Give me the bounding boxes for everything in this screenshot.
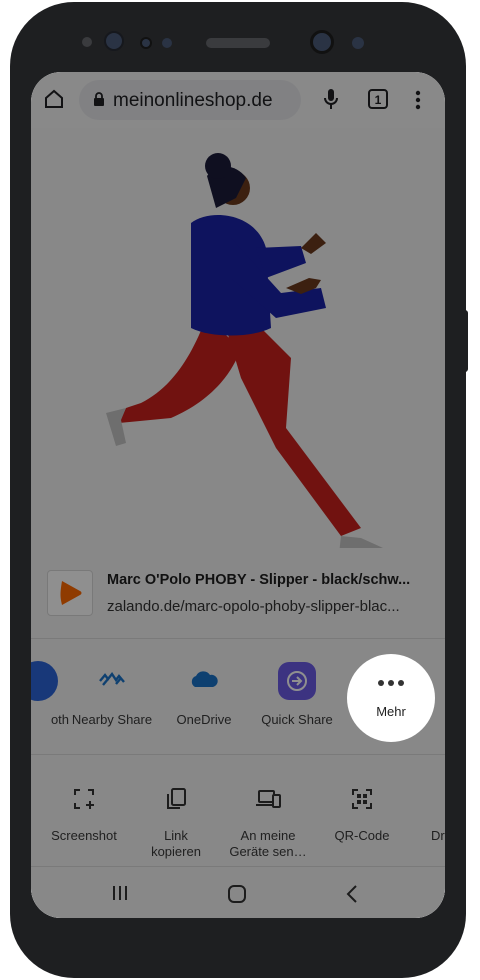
action-label: QR-Code — [334, 828, 390, 843]
url-text: meinonlineshop.de — [113, 90, 273, 111]
share-app-label: OneDrive — [176, 712, 232, 727]
address-bar[interactable]: meinonlineshop.de — [79, 80, 301, 120]
action-screenshot[interactable]: Screenshot — [39, 784, 129, 844]
action-label: Screenshot — [51, 828, 117, 843]
action-send-to-devices[interactable]: An meine Geräte sen… — [223, 784, 313, 860]
more-horizontal-icon — [347, 676, 435, 690]
overflow-menu-icon[interactable] — [415, 90, 421, 115]
bluetooth-icon — [31, 661, 58, 701]
front-camera — [310, 30, 334, 54]
phone-side-button — [462, 310, 468, 372]
action-label: Link kopieren — [151, 828, 201, 859]
home-button-icon[interactable] — [227, 884, 247, 909]
share-app-more[interactable]: Mehr — [347, 654, 435, 742]
nearby-share-icon — [99, 671, 125, 692]
earpiece-speaker — [206, 38, 270, 48]
back-icon[interactable] — [345, 884, 359, 909]
share-app-label: Nearby Share — [71, 712, 153, 727]
recent-apps-icon[interactable] — [111, 884, 129, 907]
divider — [31, 754, 445, 755]
link-title: Marc O'Polo PHOBY - Slipper - black/schw… — [107, 572, 411, 588]
front-sensor — [140, 37, 152, 49]
action-copy-link[interactable]: Link kopieren — [131, 784, 221, 860]
qr-code-icon — [351, 788, 373, 815]
tab-switcher-icon[interactable]: 1 — [368, 89, 388, 109]
share-app-label: Mehr — [376, 704, 406, 719]
mic-icon[interactable] — [323, 88, 339, 115]
divider — [31, 866, 445, 867]
screenshot-icon — [72, 787, 96, 816]
action-label: Dr — [431, 828, 445, 843]
share-app-label: Quick Share — [261, 712, 333, 727]
onedrive-icon — [189, 669, 219, 694]
front-sensor — [162, 38, 172, 48]
action-label: An meine Geräte sen… — [229, 828, 307, 859]
devices-icon — [255, 788, 281, 815]
front-sensor — [82, 37, 92, 47]
hero-illustration — [31, 128, 445, 618]
shared-link-card: Marc O'Polo PHOBY - Slipper - black/schw… — [31, 548, 445, 638]
tab-count: 1 — [374, 93, 382, 107]
link-url: zalando.de/marc-opolo-phoby-slipper-blac… — [107, 598, 400, 615]
share-app-onedrive[interactable]: OneDrive — [159, 660, 249, 728]
share-app-nearby-share[interactable]: Nearby Share — [67, 660, 157, 728]
divider — [31, 638, 445, 639]
phone-screen: meinonlineshop.de 1 Marc O'Polo PHOBY - … — [31, 72, 445, 918]
home-icon[interactable] — [43, 88, 65, 115]
front-sensor — [352, 37, 364, 49]
running-person-illustration — [106, 153, 383, 554]
zalando-favicon — [47, 570, 93, 616]
action-qr-code[interactable]: QR-Code — [317, 784, 407, 844]
copy-icon — [164, 787, 188, 816]
browser-toolbar: meinonlineshop.de 1 — [31, 72, 445, 128]
lock-icon — [93, 92, 105, 112]
system-navigation-bar — [31, 868, 445, 918]
quick-share-icon — [278, 662, 316, 700]
share-app-quick-share[interactable]: Quick Share — [252, 660, 342, 728]
front-camera — [104, 31, 124, 51]
action-print[interactable]: Dr — [395, 784, 445, 844]
